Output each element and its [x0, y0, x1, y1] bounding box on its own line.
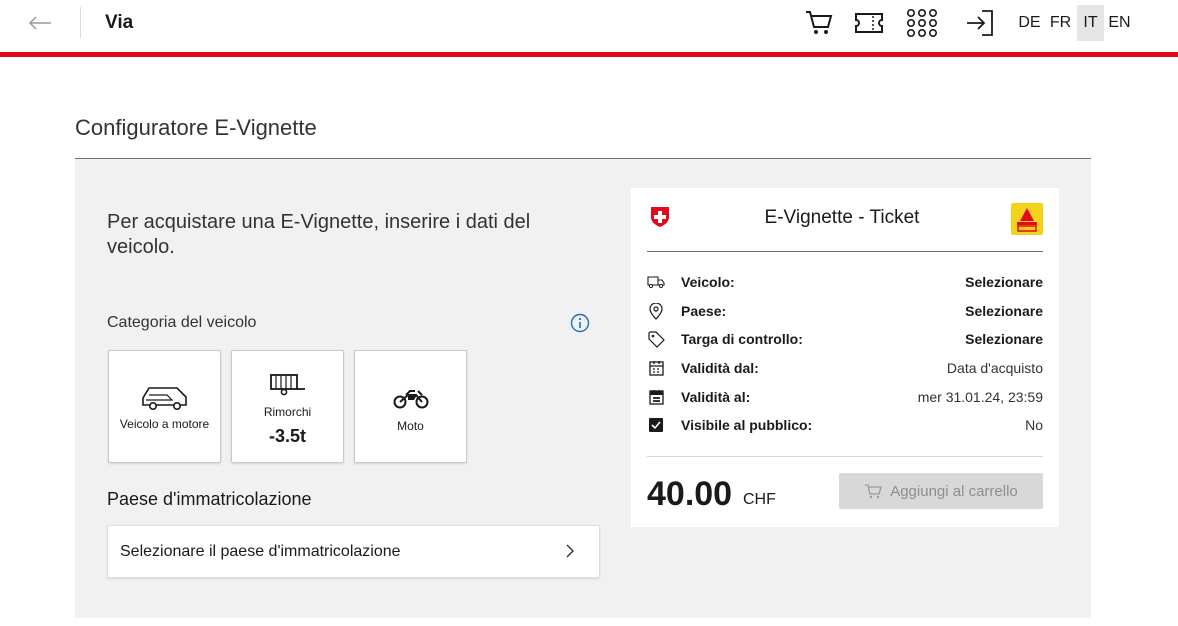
add-to-cart-button[interactable]: Aggiungi al carrello [839, 473, 1043, 509]
vignette-badge-icon [1011, 203, 1043, 235]
tag-icon [647, 330, 665, 348]
header-accent-line [0, 52, 1178, 57]
lang-fr[interactable]: FR [1047, 5, 1074, 41]
ticket-row-label: Paese: [681, 303, 727, 319]
top-bar [0, 0, 1178, 52]
car-icon [141, 387, 187, 410]
location-pin-icon [649, 302, 663, 320]
cart-icon [865, 484, 883, 499]
ticket-row-value: Selezionare [965, 274, 1043, 290]
info-button[interactable] [570, 313, 590, 333]
intro-text: Per acquistare una E-Vignette, inserire … [107, 211, 531, 258]
country-label: Paese d'immatricolazione [107, 489, 312, 509]
category-card-motorcycle[interactable]: Moto [354, 350, 467, 463]
country-select-placeholder: Selezionare il paese d'immatricolazione [120, 543, 401, 560]
ticket-row-value: mer 31.01.24, 23:59 [917, 389, 1043, 405]
vehicle-category-label: Categoria del veicolo [107, 314, 257, 331]
ticket-divider [647, 251, 1043, 252]
page-title: Configuratore E-Vignette [75, 115, 317, 140]
cart-icon [806, 11, 833, 34]
truck-icon [647, 276, 665, 289]
arrow-left-icon [28, 16, 51, 30]
ticket-row-value: No [1025, 417, 1043, 433]
ticket-icon [855, 13, 883, 33]
category-label: Rimorchi [263, 405, 312, 419]
ticket-price-divider [647, 456, 1043, 457]
checkbox-icon [649, 418, 663, 432]
ticket-title: E-Vignette - Ticket [764, 207, 920, 228]
calendar-filled-icon [648, 390, 664, 405]
add-to-cart-label: Aggiungi al carrello [890, 482, 1018, 500]
category-card-motor-vehicle[interactable]: Veicolo a motore [108, 350, 221, 463]
ticket-price: 40.00 [647, 475, 733, 513]
app-title: Via [105, 12, 134, 33]
trailer-icon [269, 374, 305, 396]
category-label: Veicolo a motore [119, 417, 210, 431]
ticket-row-label: Veicolo: [681, 274, 735, 290]
ticket-row-label: Visibile al pubblico: [681, 417, 813, 433]
ticket-row-label: Validità al: [681, 389, 751, 405]
apps-button[interactable] [906, 8, 938, 38]
ticket-row-value: Data d'acquisto [946, 360, 1043, 376]
login-icon [967, 10, 993, 36]
category-weight-limit: -3.5t [268, 426, 306, 446]
login-button[interactable] [964, 8, 996, 38]
grid-icon [906, 8, 937, 37]
ticket-row-value: Selezionare [965, 303, 1043, 319]
info-icon [570, 313, 590, 333]
motorcycle-icon [393, 390, 428, 409]
ticket-currency: CHF [743, 491, 776, 508]
cart-button[interactable] [803, 8, 835, 38]
ticket-row-label: Validità dal: [681, 360, 759, 376]
ticket-button[interactable] [853, 8, 885, 38]
ticket-row-label: Targa di controllo: [681, 331, 803, 347]
category-card-trailer[interactable]: Rimorchi -3.5t [231, 350, 344, 463]
category-label: Moto [397, 419, 424, 433]
lang-en[interactable]: EN [1106, 5, 1133, 41]
calendar-icon [648, 361, 664, 376]
country-select[interactable]: Selezionare il paese d'immatricolazione [107, 525, 600, 578]
back-button[interactable] [26, 10, 54, 36]
lang-de[interactable]: DE [1016, 5, 1043, 41]
ticket-row-value: Selezionare [965, 331, 1043, 347]
lang-it[interactable]: IT [1077, 5, 1104, 41]
chevron-right-icon [566, 544, 574, 558]
header-divider [80, 7, 81, 38]
swiss-shield-icon [651, 207, 669, 227]
